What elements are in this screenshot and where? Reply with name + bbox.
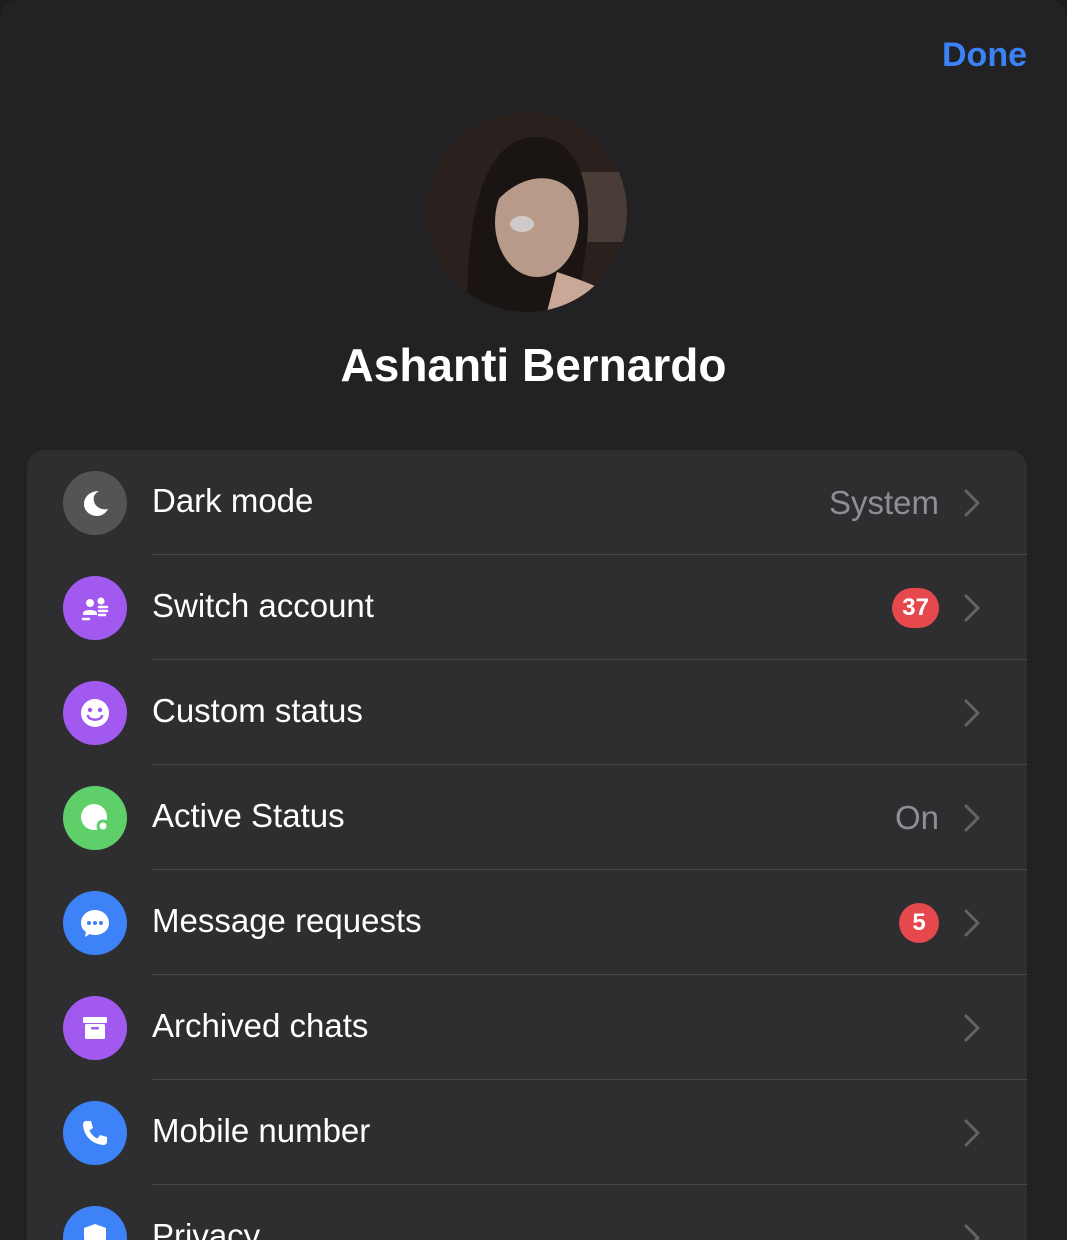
settings-item-mobile-number[interactable]: Mobile number bbox=[27, 1080, 1027, 1185]
settings-item-label: Archived chats bbox=[152, 1007, 369, 1044]
profile-sheet: Done Ashanti Bernardo Dark mode System S… bbox=[0, 0, 1067, 1240]
chevron-right-icon bbox=[964, 594, 980, 622]
settings-item-privacy[interactable]: Privacy bbox=[27, 1185, 1027, 1240]
shield-icon bbox=[63, 1206, 127, 1240]
chevron-right-icon bbox=[964, 1119, 980, 1147]
settings-item-label: Message requests bbox=[152, 902, 422, 939]
smiley-icon bbox=[63, 681, 127, 745]
chat-bubble-icon bbox=[63, 891, 127, 955]
settings-item-custom-status[interactable]: Custom status bbox=[27, 660, 1027, 765]
chevron-right-icon bbox=[964, 489, 980, 517]
settings-item-label: Custom status bbox=[152, 692, 363, 729]
settings-item-message-requests[interactable]: Message requests 5 bbox=[27, 870, 1027, 975]
notification-badge: 37 bbox=[892, 588, 939, 628]
settings-item-dark-mode[interactable]: Dark mode System bbox=[27, 450, 1027, 555]
chevron-right-icon bbox=[964, 699, 980, 727]
settings-item-label: Active Status bbox=[152, 797, 345, 834]
settings-item-label: Dark mode bbox=[152, 482, 314, 519]
active-status-icon bbox=[63, 786, 127, 850]
settings-item-label: Privacy bbox=[152, 1217, 261, 1240]
settings-item-switch-account[interactable]: Switch account 37 bbox=[27, 555, 1027, 660]
notification-badge: 5 bbox=[899, 903, 939, 943]
profile-name: Ashanti Bernardo bbox=[340, 339, 727, 391]
done-button[interactable]: Done bbox=[942, 36, 1027, 75]
chevron-right-icon bbox=[964, 804, 980, 832]
switch-account-icon bbox=[63, 576, 127, 640]
settings-item-label: Mobile number bbox=[152, 1112, 371, 1149]
archive-box-icon bbox=[63, 996, 127, 1060]
chevron-right-icon bbox=[964, 1014, 980, 1042]
settings-item-archived-chats[interactable]: Archived chats bbox=[27, 975, 1027, 1080]
settings-item-value: System bbox=[828, 484, 939, 521]
moon-icon bbox=[63, 471, 127, 535]
settings-item-active-status[interactable]: Active Status On bbox=[27, 765, 1027, 870]
settings-item-value: On bbox=[894, 799, 939, 836]
chevron-right-icon bbox=[964, 909, 980, 937]
settings-list: Dark mode System Switch account 37 Custo… bbox=[27, 450, 1027, 1240]
avatar[interactable] bbox=[427, 112, 627, 312]
chevron-right-icon bbox=[964, 1224, 980, 1240]
phone-icon bbox=[63, 1101, 127, 1165]
settings-item-label: Switch account bbox=[152, 587, 374, 624]
